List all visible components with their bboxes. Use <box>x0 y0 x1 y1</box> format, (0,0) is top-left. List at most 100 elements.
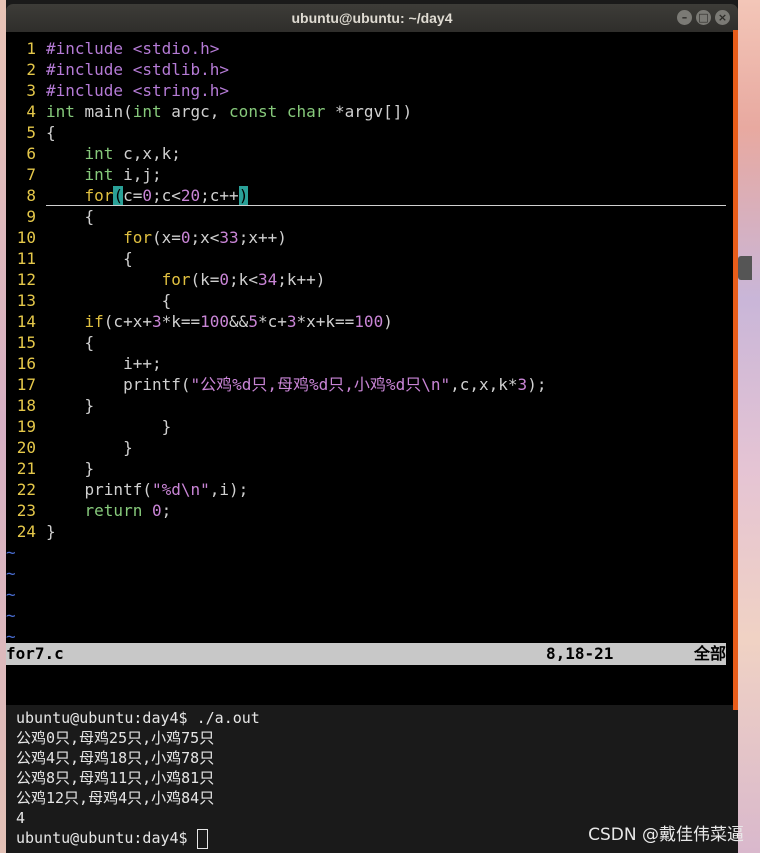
code-token: ;x++) <box>238 228 287 247</box>
code-line[interactable]: 11 { <box>6 248 738 269</box>
code-line[interactable]: 18 } <box>6 395 738 416</box>
code-token: (k= <box>190 270 220 289</box>
code-token: (x= <box>151 228 181 247</box>
code-token: ( <box>113 186 124 205</box>
window-controls: – □ × <box>677 10 730 25</box>
line-number: 12 <box>16 270 36 289</box>
code-line[interactable]: 19 } <box>6 416 738 437</box>
code-token: } <box>46 396 95 415</box>
terminal-output-line: 公鸡12只,母鸡4只,小鸡84只 <box>16 789 215 807</box>
code-token: *c+ <box>257 312 287 331</box>
minimize-button[interactable]: – <box>677 10 692 25</box>
line-number: 24 <box>16 522 36 541</box>
line-number: 9 <box>26 207 36 226</box>
line-number: 8 <box>26 186 36 205</box>
code-line[interactable]: 14 if(c+x+3*k==100&&5*c+3*x+k==100) <box>6 311 738 332</box>
code-token: c,x,k; <box>113 144 181 163</box>
code-token: "公鸡%d只,母鸡%d只,小鸡%d只\n" <box>190 375 451 394</box>
code-line[interactable]: 23 return 0; <box>6 500 738 521</box>
empty-line-tilde: ~ <box>6 585 16 604</box>
terminal-prompt: ubuntu@ubuntu:day4$ <box>16 829 197 847</box>
code-line[interactable]: 6 int c,x,k; <box>6 143 738 164</box>
line-number: 4 <box>26 102 36 121</box>
code-token: 0 <box>180 228 191 247</box>
code-token: int <box>84 144 114 163</box>
code-token: 100 <box>354 312 384 331</box>
code-line[interactable]: 12 for(k=0;k<34;k++) <box>6 269 738 290</box>
line-number: 11 <box>16 249 36 268</box>
code-line[interactable]: 16 i++; <box>6 353 738 374</box>
empty-line-tilde: ~ <box>6 564 16 583</box>
close-button[interactable]: × <box>715 10 730 25</box>
line-number: 5 <box>26 123 36 142</box>
line-number: 13 <box>16 291 36 310</box>
code-token: if <box>84 312 104 331</box>
code-line[interactable]: 3 #include <string.h> <box>6 80 738 101</box>
code-line[interactable]: 10 for(x=0;x<33;x++) <box>6 227 738 248</box>
line-number: 2 <box>26 60 36 79</box>
code-line[interactable]: 9 { <box>6 206 738 227</box>
code-token: 0 <box>142 186 152 205</box>
vim-statusline: for7.c 8,18-21 全部 <box>6 643 726 665</box>
side-panel-handle[interactable] <box>738 256 752 280</box>
code-token: 20 <box>180 186 201 205</box>
code-token: ;c++ <box>200 186 239 205</box>
line-number: 21 <box>16 459 36 478</box>
code-line[interactable]: 21 } <box>6 458 738 479</box>
code-line[interactable]: 5{ <box>6 122 738 143</box>
code-token: 5 <box>248 312 258 331</box>
code-line[interactable]: 22 printf("%d\n",i); <box>6 479 738 500</box>
line-number: 19 <box>16 417 36 436</box>
status-scroll-indicator: 全部 <box>693 644 726 663</box>
line-number: 3 <box>26 81 36 100</box>
line-number: 1 <box>26 39 36 58</box>
code-line[interactable]: 20 } <box>6 437 738 458</box>
code-token: (c+x+ <box>103 312 152 331</box>
terminal-output-line: 公鸡8只,母鸡11只,小鸡81只 <box>16 769 215 787</box>
code-token: "%d\n" <box>151 480 210 499</box>
code-line[interactable]: 7 int i,j; <box>6 164 738 185</box>
code-line[interactable]: 24} <box>6 521 738 542</box>
vim-editor[interactable]: 1 #include <stdio.h> 2 #include <stdlib.h> 3… <box>6 38 738 647</box>
maximize-button[interactable]: □ <box>696 10 711 25</box>
code-token: for <box>161 270 191 289</box>
code-token: 0 <box>219 270 230 289</box>
code-token: #include <box>46 60 133 79</box>
empty-line-tilde: ~ <box>6 606 16 625</box>
line-number: 18 <box>16 396 36 415</box>
code-line[interactable]: 2 #include <stdlib.h> <box>6 59 738 80</box>
code-token: <string.h> <box>132 81 230 100</box>
code-token: 33 <box>219 228 239 247</box>
terminal-output-line: 公鸡4只,母鸡18只,小鸡78只 <box>16 749 215 767</box>
code-token: { <box>46 249 133 268</box>
code-token: <stdio.h> <box>132 39 220 58</box>
line-number: 14 <box>16 312 36 331</box>
terminal-output-line: ubuntu@ubuntu:day4$ ./a.out <box>16 709 260 727</box>
code-token: { <box>46 291 172 310</box>
code-token: argc, <box>161 102 230 121</box>
code-token: const char <box>229 102 326 121</box>
code-line[interactable]: 8 for(c=0;c<20;c++) <box>6 185 738 206</box>
code-line[interactable]: 13 { <box>6 290 738 311</box>
code-token: ) <box>238 186 249 205</box>
code-token: i,j; <box>113 165 162 184</box>
code-token: ;x< <box>190 228 220 247</box>
code-line[interactable]: 17 printf("公鸡%d只,母鸡%d只,小鸡%d只\n",c,x,k*3)… <box>6 374 738 395</box>
code-token: { <box>46 123 56 142</box>
code-token: ) <box>383 312 393 331</box>
line-number: 10 <box>16 228 36 247</box>
code-line[interactable]: 1 #include <stdio.h> <box>6 38 738 59</box>
code-token: int <box>84 165 114 184</box>
code-line[interactable]: 4 int main(int argc, const char *argv[]) <box>6 101 738 122</box>
code-token: ); <box>527 375 547 394</box>
window-titlebar[interactable]: ubuntu@ubuntu: ~/day4 – □ × <box>6 4 738 32</box>
line-number: 23 <box>16 501 36 520</box>
code-line[interactable]: 15 { <box>6 332 738 353</box>
code-token: for <box>123 228 152 247</box>
code-token: *k== <box>161 312 201 331</box>
